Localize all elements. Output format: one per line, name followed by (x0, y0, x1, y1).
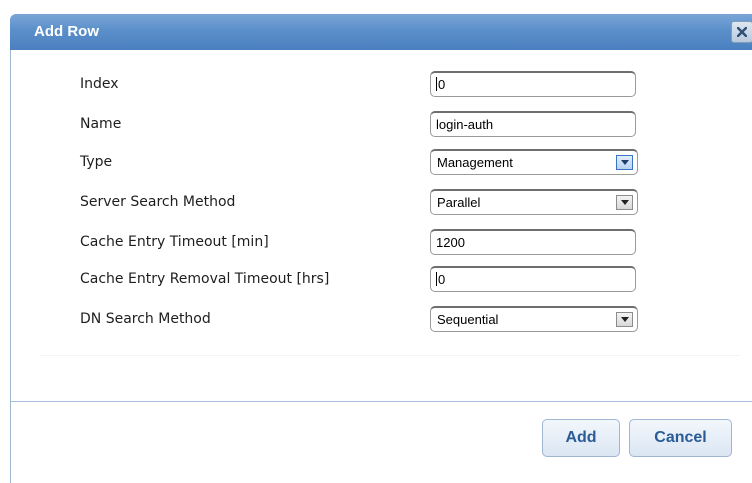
cache-entry-removal-timeout-value: 0 (438, 272, 446, 287)
name-label: Name (80, 116, 122, 132)
dialog-left-border (10, 50, 11, 483)
add-button[interactable]: Add (542, 419, 620, 457)
chevron-down-icon (621, 200, 629, 205)
cache-entry-timeout-input[interactable]: 1200 (430, 229, 636, 255)
index-input[interactable]: 0 (430, 71, 636, 97)
type-value: Management (437, 155, 513, 170)
cache-entry-timeout-label: Cache Entry Timeout [min] (80, 234, 269, 250)
dialog-title: Add Row (34, 23, 99, 40)
type-label: Type (80, 154, 113, 170)
add-row-dialog: Add Row Index 0 Name login-auth Type Man… (0, 0, 752, 483)
chevron-down-icon (621, 317, 629, 322)
cache-entry-removal-timeout-label: Cache Entry Removal Timeout [hrs] (80, 271, 330, 287)
form-row-index: Index 0 (80, 71, 640, 97)
name-value: login-auth (436, 117, 494, 132)
cancel-button[interactable]: Cancel (629, 419, 732, 457)
cache-entry-timeout-value: 1200 (436, 235, 465, 250)
server-search-method-dropdown-button[interactable] (616, 195, 633, 210)
footer-divider (11, 401, 752, 402)
form-row-server-search-method: Server Search Method Parallel (80, 189, 640, 215)
server-search-method-select[interactable]: Parallel (430, 189, 638, 215)
dn-search-method-label: DN Search Method (80, 311, 211, 327)
dialog-titlebar[interactable]: Add Row (10, 14, 752, 50)
close-x-icon (737, 27, 747, 37)
dn-search-method-dropdown-button[interactable] (616, 312, 633, 327)
form-row-name: Name login-auth (80, 111, 640, 137)
cache-entry-removal-timeout-input[interactable]: 0 (430, 266, 636, 292)
server-search-method-label: Server Search Method (80, 194, 236, 210)
name-input[interactable]: login-auth (430, 111, 636, 137)
close-button[interactable] (731, 21, 752, 43)
type-select[interactable]: Management (430, 149, 638, 175)
index-value: 0 (438, 77, 446, 92)
form-row-dn-search-method: DN Search Method Sequential (80, 306, 640, 332)
type-dropdown-button[interactable] (616, 155, 633, 170)
dn-search-method-value: Sequential (437, 312, 499, 327)
index-label: Index (80, 76, 119, 92)
text-cursor (436, 77, 437, 91)
server-search-method-value: Parallel (437, 195, 481, 210)
text-cursor (436, 272, 437, 286)
form-row-cache-entry-removal-timeout: Cache Entry Removal Timeout [hrs] 0 (80, 266, 640, 292)
chevron-down-icon (621, 160, 629, 165)
form-divider (40, 355, 740, 356)
form-row-type: Type Management (80, 149, 640, 175)
dn-search-method-select[interactable]: Sequential (430, 306, 638, 332)
form-row-cache-entry-timeout: Cache Entry Timeout [min] 1200 (80, 229, 640, 255)
